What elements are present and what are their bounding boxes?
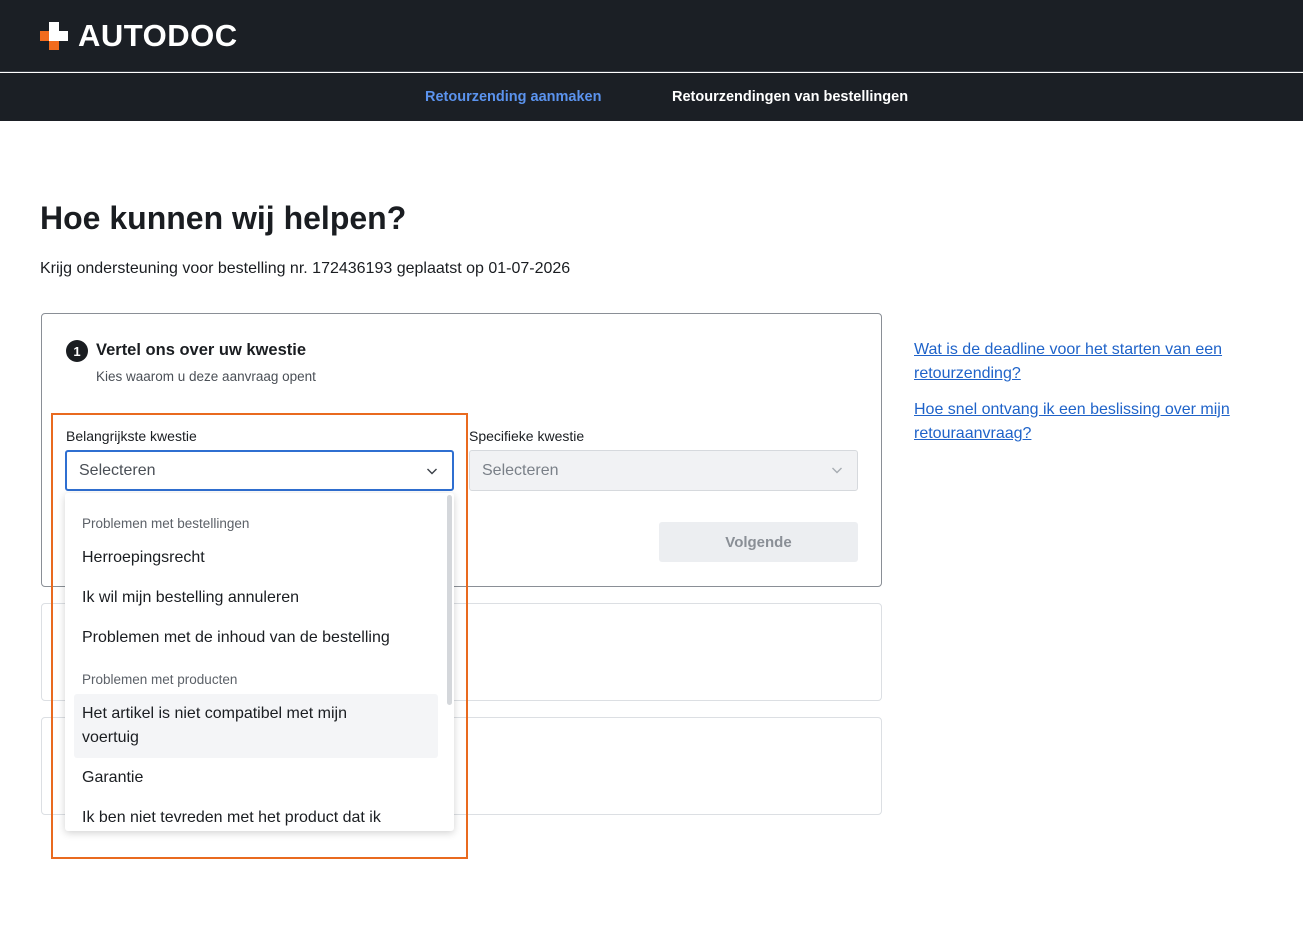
autodoc-logo[interactable]: AUTODOC: [40, 18, 238, 53]
help-link-decision-time[interactable]: Hoe snel ontvang ik een beslissing over …: [914, 398, 1274, 446]
main-issue-dropdown[interactable]: Problemen met bestellingen Herroepingsre…: [65, 493, 454, 831]
logo-text: AUTODOC: [78, 18, 238, 53]
step-number-badge: 1: [66, 340, 88, 362]
logo-cross-icon: [40, 22, 68, 50]
site-header: AUTODOC: [0, 0, 1303, 72]
next-button[interactable]: Volgende: [659, 522, 858, 562]
top-nav: Retourzending aanmaken Retourzendingen v…: [0, 73, 1303, 121]
main-issue-select[interactable]: Selecteren: [65, 450, 454, 491]
dropdown-option[interactable]: Herroepingsrecht: [74, 546, 438, 570]
dropdown-option[interactable]: Garantie: [74, 766, 438, 790]
step-title: Vertel ons over uw kwestie: [96, 341, 307, 359]
dropdown-option[interactable]: Problemen met de inhoud van de bestellin…: [74, 626, 438, 650]
dropdown-scrollbar[interactable]: [447, 495, 452, 705]
chevron-down-icon: [832, 467, 842, 474]
nav-create-return[interactable]: Retourzending aanmaken: [425, 89, 601, 105]
dropdown-option[interactable]: Het artikel is niet compatibel met mijn …: [74, 694, 438, 758]
dropdown-group-label: Problemen met producten: [82, 672, 238, 687]
main-issue-label: Belangrijkste kwestie: [66, 428, 197, 444]
specific-issue-select[interactable]: Selecteren: [469, 450, 858, 491]
dropdown-option[interactable]: Ik wil mijn bestelling annuleren: [74, 586, 438, 610]
main-issue-value: Selecteren: [79, 461, 156, 479]
help-link-deadline[interactable]: Wat is de deadline voor het starten van …: [914, 338, 1274, 386]
page-title: Hoe kunnen wij helpen?: [40, 200, 407, 236]
step-subtitle: Kies waarom u deze aanvraag opent: [96, 369, 316, 384]
nav-order-returns[interactable]: Retourzendingen van bestellingen: [672, 89, 908, 105]
specific-issue-label: Specifieke kwestie: [469, 428, 585, 444]
page-subtitle: Krijg ondersteuning voor bestelling nr. …: [40, 260, 571, 277]
dropdown-group-label: Problemen met bestellingen: [82, 516, 250, 531]
specific-issue-value: Selecteren: [482, 461, 559, 479]
chevron-down-icon: [427, 468, 437, 475]
dropdown-option[interactable]: Ik ben niet tevreden met het product dat…: [74, 806, 438, 830]
